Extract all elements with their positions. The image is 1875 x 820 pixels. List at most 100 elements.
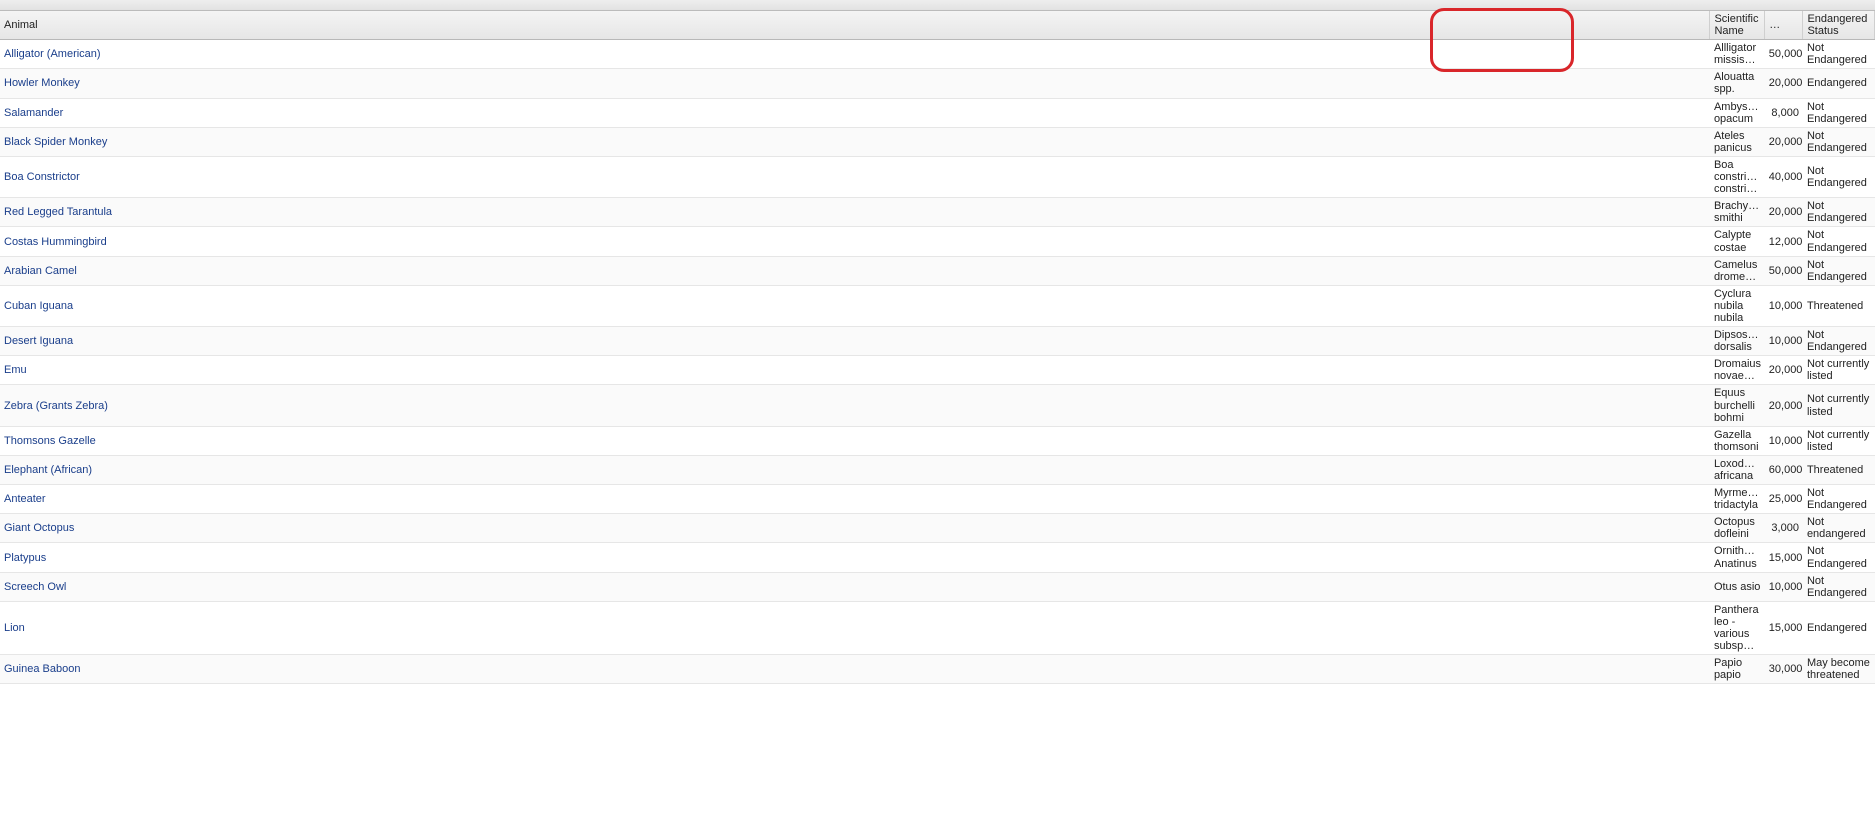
cell-population: 25,000 <box>1765 485 1803 514</box>
cell-animal[interactable]: Giant Octopus <box>0 514 1710 543</box>
cell-population: 30,000 <box>1765 655 1803 684</box>
cell-animal[interactable]: Howler Monkey <box>0 69 1710 98</box>
table-row[interactable]: Costas HummingbirdCalypte costae12,000No… <box>0 227 1875 256</box>
cell-status: Not currently listed <box>1803 385 1875 426</box>
col-header-scientific[interactable]: Scientific Name <box>1710 11 1765 40</box>
cell-population: 20,000 <box>1765 385 1803 426</box>
cell-scientific: Loxod… africana <box>1710 455 1765 484</box>
table-row[interactable]: AnteaterMyrme… tridactyla25,000Not Endan… <box>0 485 1875 514</box>
table-row[interactable]: SalamanderAmbys… opacum8,000Not Endanger… <box>0 98 1875 127</box>
cell-animal[interactable]: Red Legged Tarantula <box>0 198 1710 227</box>
animal-table[interactable]: Animal Scientific Name … Endangered Stat… <box>0 11 1875 684</box>
cell-status: Not Endangered <box>1803 227 1875 256</box>
cell-scientific: Boa constri… constri… <box>1710 156 1765 197</box>
window-toolbar <box>0 0 1875 11</box>
table-row[interactable]: EmuDromaius novae…20,000Not currently li… <box>0 356 1875 385</box>
cell-animal[interactable]: Desert Iguana <box>0 327 1710 356</box>
cell-population: 15,000 <box>1765 601 1803 654</box>
cell-population: 10,000 <box>1765 572 1803 601</box>
col-header-animal[interactable]: Animal <box>0 11 1710 40</box>
cell-animal[interactable]: Boa Constrictor <box>0 156 1710 197</box>
cell-status: Not Endangered <box>1803 327 1875 356</box>
cell-status: Not Endangered <box>1803 40 1875 69</box>
table-header-row: Animal Scientific Name … Endangered Stat… <box>0 11 1875 40</box>
cell-status: Not currently listed <box>1803 426 1875 455</box>
cell-animal[interactable]: Platypus <box>0 543 1710 572</box>
cell-status: Not currently listed <box>1803 356 1875 385</box>
table-row[interactable]: Arabian CamelCamelus drome…50,000Not End… <box>0 256 1875 285</box>
cell-animal[interactable]: Black Spider Monkey <box>0 127 1710 156</box>
table-row[interactable]: Red Legged TarantulaBrachy… smithi20,000… <box>0 198 1875 227</box>
cell-status: Not Endangered <box>1803 543 1875 572</box>
cell-status: Not Endangered <box>1803 256 1875 285</box>
cell-scientific: Ateles panicus <box>1710 127 1765 156</box>
table-row[interactable]: Zebra (Grants Zebra)Equus burchelli bohm… <box>0 385 1875 426</box>
cell-population: 10,000 <box>1765 285 1803 326</box>
cell-population: 20,000 <box>1765 198 1803 227</box>
table-row[interactable]: Desert IguanaDipsos… dorsalis10,000Not E… <box>0 327 1875 356</box>
cell-status: Not Endangered <box>1803 127 1875 156</box>
cell-scientific: Ornith… Anatinus <box>1710 543 1765 572</box>
cell-animal[interactable]: Emu <box>0 356 1710 385</box>
table-row[interactable]: LionPanthera leo - various subsp…15,000E… <box>0 601 1875 654</box>
cell-population: 50,000 <box>1765 256 1803 285</box>
cell-scientific: Cyclura nubila nubila <box>1710 285 1765 326</box>
table-row[interactable]: Elephant (African)Loxod… africana60,000T… <box>0 455 1875 484</box>
cell-animal[interactable]: Guinea Baboon <box>0 655 1710 684</box>
cell-status: Not Endangered <box>1803 485 1875 514</box>
table-row[interactable]: Black Spider MonkeyAteles panicus20,000N… <box>0 127 1875 156</box>
cell-scientific: Equus burchelli bohmi <box>1710 385 1765 426</box>
cell-status: Not endangered <box>1803 514 1875 543</box>
cell-population: 10,000 <box>1765 426 1803 455</box>
cell-animal[interactable]: Costas Hummingbird <box>0 227 1710 256</box>
cell-scientific: Dromaius novae… <box>1710 356 1765 385</box>
table-row[interactable]: PlatypusOrnith… Anatinus15,000Not Endang… <box>0 543 1875 572</box>
table-row[interactable]: Giant OctopusOctopus dofleini3,000Not en… <box>0 514 1875 543</box>
cell-animal[interactable]: Anteater <box>0 485 1710 514</box>
cell-animal[interactable]: Cuban Iguana <box>0 285 1710 326</box>
cell-scientific: Dipsos… dorsalis <box>1710 327 1765 356</box>
cell-population: 10,000 <box>1765 327 1803 356</box>
cell-animal[interactable]: Alligator (American) <box>0 40 1710 69</box>
cell-animal[interactable]: Elephant (African) <box>0 455 1710 484</box>
cell-status: Threatened <box>1803 455 1875 484</box>
cell-status: Not Endangered <box>1803 198 1875 227</box>
cell-animal[interactable]: Thomsons Gazelle <box>0 426 1710 455</box>
table-row[interactable]: Alligator (American)Allligator missis…50… <box>0 40 1875 69</box>
cell-scientific: Otus asio <box>1710 572 1765 601</box>
cell-scientific: Calypte costae <box>1710 227 1765 256</box>
table-row[interactable]: Guinea BaboonPapio papio30,000May become… <box>0 655 1875 684</box>
cell-scientific: Panthera leo - various subsp… <box>1710 601 1765 654</box>
table-row[interactable]: Cuban IguanaCyclura nubila nubila10,000T… <box>0 285 1875 326</box>
cell-animal[interactable]: Zebra (Grants Zebra) <box>0 385 1710 426</box>
cell-animal[interactable]: Lion <box>0 601 1710 654</box>
cell-scientific: Papio papio <box>1710 655 1765 684</box>
cell-scientific: Alouatta spp. <box>1710 69 1765 98</box>
cell-population: 60,000 <box>1765 455 1803 484</box>
col-header-status[interactable]: Endangered Status <box>1803 11 1875 40</box>
cell-scientific: Octopus dofleini <box>1710 514 1765 543</box>
table-row[interactable]: Howler MonkeyAlouatta spp.20,000Endanger… <box>0 69 1875 98</box>
cell-status: Endangered <box>1803 69 1875 98</box>
cell-population: 12,000 <box>1765 227 1803 256</box>
cell-population: 40,000 <box>1765 156 1803 197</box>
cell-animal[interactable]: Salamander <box>0 98 1710 127</box>
table-row[interactable]: Screech OwlOtus asio10,000Not Endangered <box>0 572 1875 601</box>
cell-animal[interactable]: Screech Owl <box>0 572 1710 601</box>
cell-scientific: Brachy… smithi <box>1710 198 1765 227</box>
cell-status: Not Endangered <box>1803 156 1875 197</box>
table-row[interactable]: Thomsons GazelleGazella thomsoni10,000No… <box>0 426 1875 455</box>
cell-population: 8,000 <box>1765 98 1803 127</box>
cell-status: Not Endangered <box>1803 98 1875 127</box>
table-row[interactable]: Boa ConstrictorBoa constri… constri…40,0… <box>0 156 1875 197</box>
cell-population: 3,000 <box>1765 514 1803 543</box>
cell-population: 20,000 <box>1765 69 1803 98</box>
cell-population: 20,000 <box>1765 356 1803 385</box>
col-header-population[interactable]: … <box>1765 11 1803 40</box>
cell-population: 50,000 <box>1765 40 1803 69</box>
cell-scientific: Myrme… tridactyla <box>1710 485 1765 514</box>
cell-status: Endangered <box>1803 601 1875 654</box>
cell-status: Threatened <box>1803 285 1875 326</box>
cell-animal[interactable]: Arabian Camel <box>0 256 1710 285</box>
cell-scientific: Allligator missis… <box>1710 40 1765 69</box>
